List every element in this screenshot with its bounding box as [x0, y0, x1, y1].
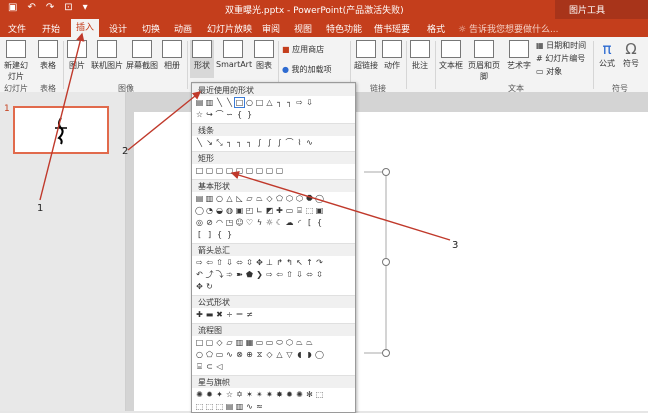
annotation-3: 3	[452, 240, 459, 251]
annotation-arrows	[39, 32, 451, 241]
annotation-1: 1	[37, 203, 44, 214]
annotation-2: 2	[122, 146, 129, 157]
